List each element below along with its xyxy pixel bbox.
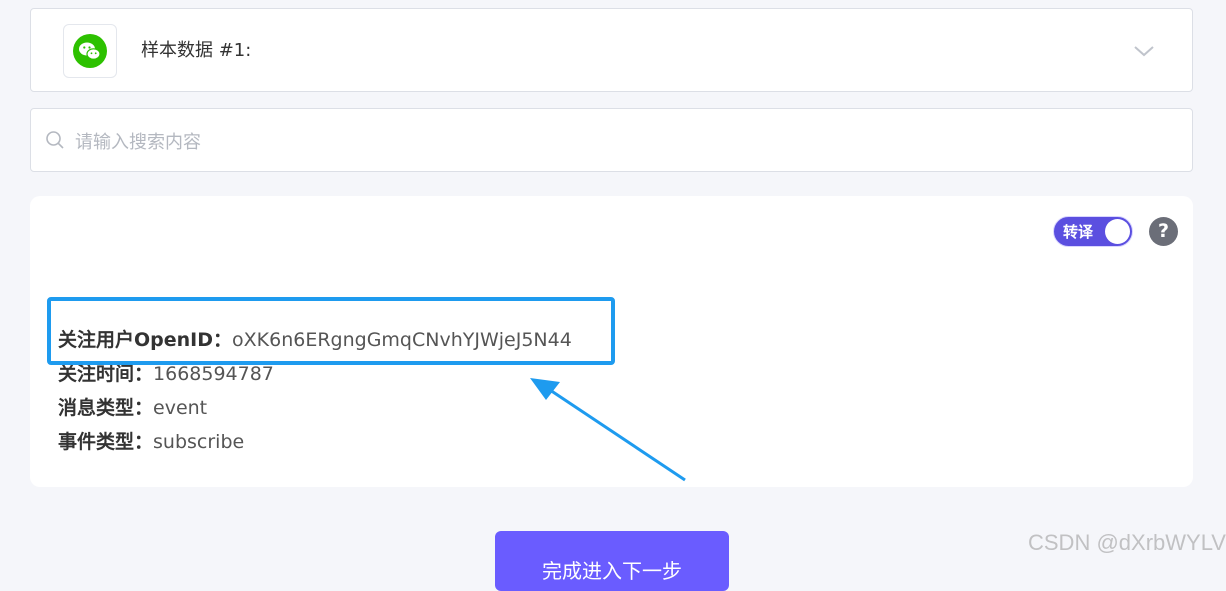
field-follow-time: 关注时间：1668594787 — [58, 361, 274, 387]
help-icon[interactable]: ? — [1149, 217, 1178, 246]
field-label: 事件类型： — [58, 431, 154, 453]
sample-title: 样本数据 #1: — [141, 40, 252, 61]
chevron-down-icon[interactable] — [1132, 39, 1156, 63]
field-message-type: 消息类型：event — [58, 395, 207, 421]
translate-toggle[interactable]: 转译 — [1053, 216, 1133, 247]
field-label: 关注用户OpenID： — [58, 329, 233, 351]
search-icon — [46, 131, 64, 149]
field-value: 1668594787 — [153, 363, 274, 385]
sample-selector[interactable]: 样本数据 #1: — [30, 8, 1193, 92]
next-step-button[interactable]: 完成进入下一步 — [495, 531, 729, 591]
field-value: oXK6n6ERgngGmqCNvhYJWjeJ5N44 — [232, 329, 572, 351]
toggle-label: 转译 — [1063, 223, 1094, 241]
field-value: subscribe — [153, 431, 245, 453]
wechat-icon — [63, 24, 117, 78]
field-value: event — [153, 397, 208, 419]
field-event-type: 事件类型：subscribe — [58, 429, 244, 455]
data-panel: 转译 ? 关注用户OpenID：oXK6n6ERgngGmqCNvhYJWjeJ… — [30, 196, 1193, 487]
search-input[interactable] — [73, 121, 1167, 163]
search-box[interactable] — [30, 108, 1193, 172]
watermark: CSDN @dXrbWYLV — [1028, 530, 1226, 555]
field-openid: 关注用户OpenID：oXK6n6ERgngGmqCNvhYJWjeJ5N44 — [58, 327, 572, 353]
toggle-knob — [1105, 219, 1130, 244]
field-label: 消息类型： — [58, 397, 154, 419]
field-label: 关注时间： — [58, 363, 154, 385]
